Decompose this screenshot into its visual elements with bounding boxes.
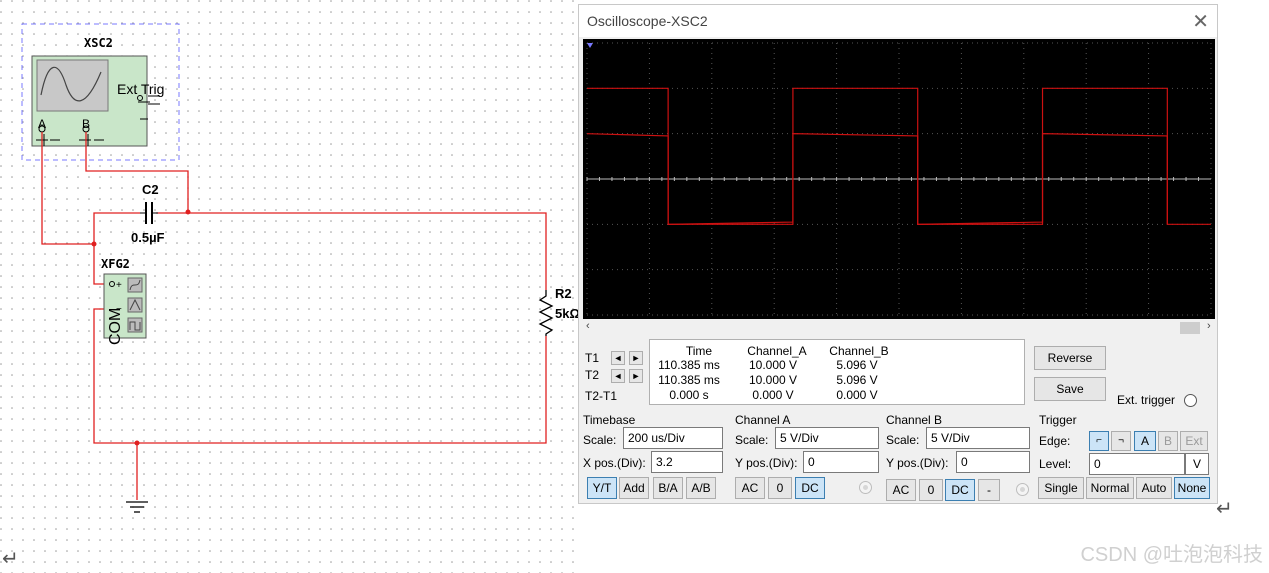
header-channel-a: Channel_A — [747, 344, 807, 358]
scroll-left-icon[interactable]: ‹ — [586, 320, 590, 332]
t2-channel-a: 10.000 V — [748, 373, 798, 387]
channel-a-title: Channel A — [735, 413, 791, 427]
timebase-scale-label: Scale: — [583, 433, 617, 447]
ext-trigger-radio[interactable] — [1184, 394, 1197, 407]
channel-a-dc-button[interactable]: DC — [795, 477, 825, 499]
header-time: Time — [685, 344, 713, 358]
delta-time: 0.000 s — [669, 388, 709, 402]
delta-channel-a: 0.000 V — [752, 388, 794, 402]
cursor-t1-marker — [587, 43, 593, 48]
trigger-normal-button[interactable]: Normal — [1086, 477, 1134, 499]
c2-label: C2 — [142, 182, 159, 197]
t2-t1-label: T2-T1 — [585, 389, 618, 403]
measurement-readout: Time Channel_A Channel_B 110.385 ms 10.0… — [649, 339, 1025, 405]
channel-a-ac-button[interactable]: AC — [735, 477, 765, 499]
pin-b-label: B — [82, 117, 90, 131]
t1-left-button[interactable]: ◄ — [611, 351, 625, 365]
falling-edge-icon[interactable]: ¬ — [1111, 431, 1131, 451]
r2-label: R2 — [555, 286, 572, 301]
t1-time: 110.385 ms — [658, 358, 720, 372]
trigger-none-button[interactable]: None — [1174, 477, 1210, 499]
trigger-source-b[interactable]: B — [1158, 431, 1178, 451]
pin-a-label: A — [38, 117, 46, 131]
title-bar[interactable]: Oscilloscope-XSC2 ✕ — [579, 5, 1217, 37]
timebase-scale-field[interactable]: 200 us/Div — [623, 427, 723, 449]
ext-trig-label: Ext Trig — [117, 81, 164, 97]
t1-right-button[interactable]: ► — [629, 351, 643, 365]
b-over-a-button[interactable]: B/A — [653, 477, 683, 499]
timebase-title: Timebase — [583, 413, 636, 427]
return-mark-icon: ↵ — [1216, 498, 1233, 520]
channel-b-radio[interactable] — [1016, 483, 1029, 496]
channel-b-ypos-field[interactable]: 0 — [956, 451, 1030, 473]
channel-a-ypos-field[interactable]: 0 — [803, 451, 879, 473]
xfg2-label: XFG2 — [101, 257, 130, 271]
t2-channel-b: 5.096 V — [836, 373, 878, 387]
rising-edge-icon[interactable]: ⌐ — [1089, 431, 1109, 451]
t2-label: T2 — [585, 368, 600, 382]
trigger-level-unit[interactable]: V — [1185, 453, 1209, 475]
horizontal-scrollbar[interactable]: ‹ › — [583, 320, 1215, 335]
trigger-edge-label: Edge: — [1039, 434, 1071, 448]
oscilloscope-screen[interactable] — [583, 39, 1215, 319]
timebase-xpos-label: X pos.(Div): — [583, 456, 646, 470]
channel-b-ypos-label: Y pos.(Div): — [886, 456, 949, 470]
channel-b-dc-button[interactable]: DC — [945, 479, 975, 501]
header-channel-b: Channel_B — [829, 344, 889, 358]
trigger-level-field[interactable]: 0 — [1089, 453, 1185, 475]
return-mark-icon-2: ↵ — [2, 548, 19, 570]
channel-a-radio[interactable] — [859, 481, 872, 494]
delta-channel-b: 0.000 V — [836, 388, 878, 402]
trigger-source-ext[interactable]: Ext — [1180, 431, 1208, 451]
window-title: Oscilloscope-XSC2 — [587, 13, 708, 29]
ext-trigger-label: Ext. trigger — [1117, 393, 1176, 407]
channel-b-title: Channel B — [886, 413, 943, 427]
scroll-right-icon[interactable]: › — [1207, 320, 1211, 332]
channel-a-zero-button[interactable]: 0 — [768, 477, 792, 499]
close-icon[interactable]: ✕ — [1192, 9, 1209, 34]
c2-value: 0.5µF — [131, 230, 165, 245]
trigger-single-button[interactable]: Single — [1038, 477, 1084, 499]
scrollbar-thumb[interactable] — [1180, 322, 1200, 334]
channel-a-scale-label: Scale: — [735, 433, 769, 447]
trigger-level-label: Level: — [1039, 457, 1072, 471]
t1-channel-a: 10.000 V — [748, 358, 798, 372]
save-button[interactable]: Save — [1034, 377, 1106, 401]
cursor-controls: T1 ◄ ► T2 ◄ ► T2-T1 — [583, 341, 647, 407]
channel-b-scale-label: Scale: — [886, 433, 920, 447]
trigger-title: Trigger — [1039, 413, 1077, 427]
trigger-source-a[interactable]: A — [1134, 431, 1156, 451]
r2-value: 5kΩ — [555, 306, 580, 321]
t2-time: 110.385 ms — [658, 373, 720, 387]
channel-a-scale-field[interactable]: 5 V/Div — [775, 427, 879, 449]
t1-label: T1 — [585, 351, 600, 365]
yt-button[interactable]: Y/T — [587, 477, 617, 499]
oscilloscope-window[interactable]: Oscilloscope-XSC2 ✕ ‹ › T1 ◄ ► T2 ◄ ► T2… — [578, 4, 1218, 504]
channel-b-minus-button[interactable]: - — [978, 479, 1000, 501]
channel-a-ypos-label: Y pos.(Div): — [735, 456, 798, 470]
channel-b-ac-button[interactable]: AC — [886, 479, 916, 501]
t2-right-button[interactable]: ► — [629, 369, 643, 383]
t1-channel-b: 5.096 V — [836, 358, 878, 372]
svg-text:+: + — [116, 280, 122, 291]
timebase-xpos-field[interactable]: 3.2 — [651, 451, 723, 473]
com-label: COM — [107, 308, 124, 345]
watermark: CSDN @吐泡泡科技 — [1080, 544, 1263, 566]
add-button[interactable]: Add — [619, 477, 649, 499]
t2-left-button[interactable]: ◄ — [611, 369, 625, 383]
channel-b-scale-field[interactable]: 5 V/Div — [926, 427, 1030, 449]
a-over-b-button[interactable]: A/B — [686, 477, 716, 499]
xsc2-label: XSC2 — [84, 36, 113, 50]
trigger-auto-button[interactable]: Auto — [1136, 477, 1172, 499]
reverse-button[interactable]: Reverse — [1034, 346, 1106, 370]
channel-b-zero-button[interactable]: 0 — [919, 479, 943, 501]
